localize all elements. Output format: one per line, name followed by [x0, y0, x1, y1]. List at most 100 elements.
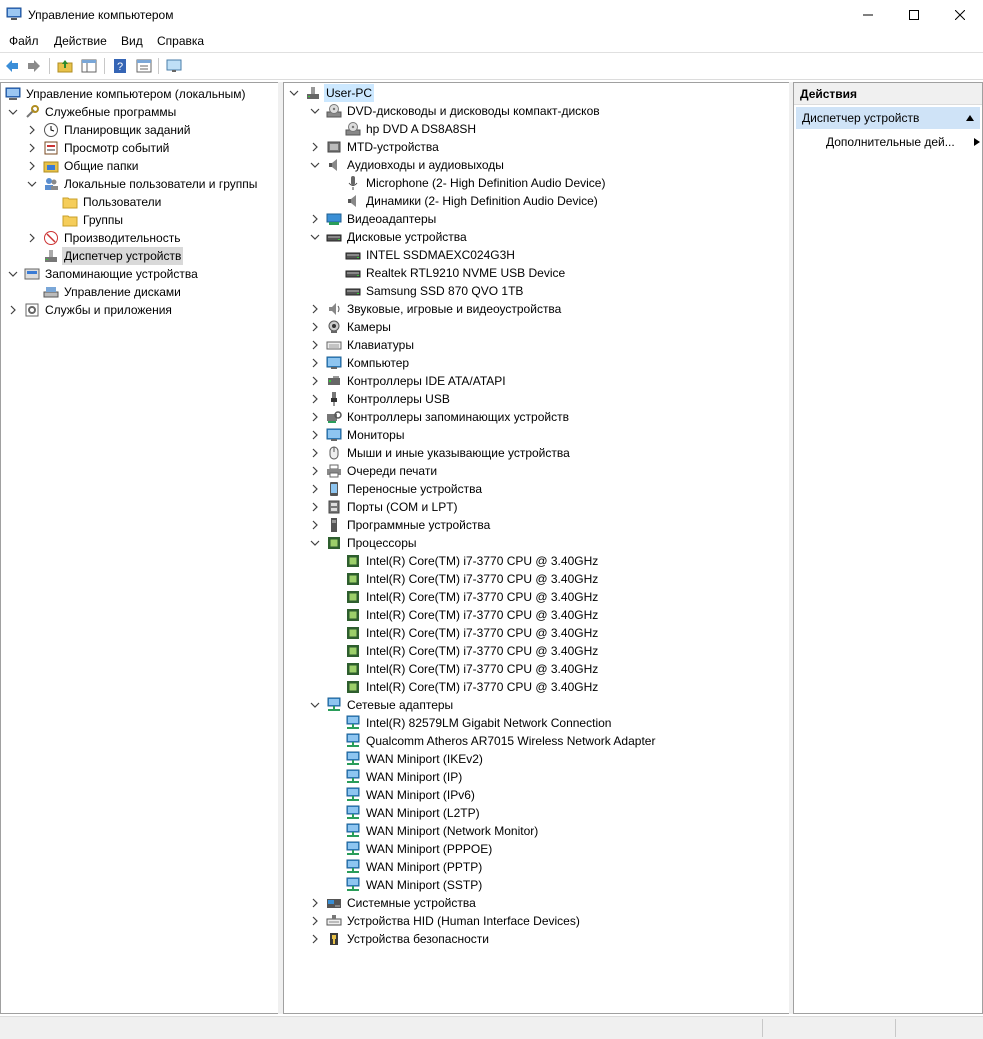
- console-tree-item[interactable]: Локальные пользователи и группы: [1, 175, 278, 193]
- tree-expander[interactable]: [8, 301, 18, 319]
- device-tree-item[interactable]: Intel(R) Core(TM) i7-3770 CPU @ 3.40GHz: [284, 570, 789, 588]
- console-tree-item[interactable]: Группы: [1, 211, 278, 229]
- tree-expander[interactable]: [310, 534, 320, 552]
- tree-expander[interactable]: [310, 300, 320, 318]
- device-tree-item[interactable]: Intel(R) Core(TM) i7-3770 CPU @ 3.40GHz: [284, 552, 789, 570]
- device-tree-item[interactable]: Системные устройства: [284, 894, 789, 912]
- device-tree-item[interactable]: Устройства HID (Human Interface Devices): [284, 912, 789, 930]
- maximize-button[interactable]: [891, 0, 937, 30]
- tree-expander[interactable]: [310, 426, 320, 444]
- tree-expander[interactable]: [27, 121, 37, 139]
- console-tree-item[interactable]: Диспетчер устройств: [1, 247, 278, 265]
- console-tree-item[interactable]: Служебные программы: [1, 103, 278, 121]
- device-tree-item[interactable]: Контроллеры запоминающих устройств: [284, 408, 789, 426]
- tree-expander[interactable]: [310, 156, 320, 174]
- tree-expander[interactable]: [310, 894, 320, 912]
- device-tree-item[interactable]: Samsung SSD 870 QVO 1TB: [284, 282, 789, 300]
- device-tree-item[interactable]: Мыши и иные указывающие устройства: [284, 444, 789, 462]
- menu-file[interactable]: Файл: [9, 34, 39, 48]
- tree-expander[interactable]: [27, 175, 37, 193]
- device-tree-item[interactable]: WAN Miniport (IPv6): [284, 786, 789, 804]
- properties-button[interactable]: [134, 56, 154, 76]
- device-tree-item[interactable]: Intel(R) Core(TM) i7-3770 CPU @ 3.40GHz: [284, 624, 789, 642]
- tree-expander[interactable]: [310, 696, 320, 714]
- console-tree-item[interactable]: Запоминающие устройства: [1, 265, 278, 283]
- device-tree-item[interactable]: Сетевые адаптеры: [284, 696, 789, 714]
- console-tree-item[interactable]: Пользователи: [1, 193, 278, 211]
- forward-button[interactable]: [24, 56, 44, 76]
- device-tree-item[interactable]: Intel(R) Core(TM) i7-3770 CPU @ 3.40GHz: [284, 606, 789, 624]
- device-tree-item[interactable]: MTD-устройства: [284, 138, 789, 156]
- device-tree-item[interactable]: Intel(R) Core(TM) i7-3770 CPU @ 3.40GHz: [284, 642, 789, 660]
- tree-expander[interactable]: [310, 390, 320, 408]
- device-tree-item[interactable]: Очереди печати: [284, 462, 789, 480]
- device-tree-item[interactable]: Realtek RTL9210 NVME USB Device: [284, 264, 789, 282]
- tree-expander[interactable]: [310, 336, 320, 354]
- menu-view[interactable]: Вид: [121, 34, 143, 48]
- device-tree-item[interactable]: Звуковые, игровые и видеоустройства: [284, 300, 789, 318]
- device-tree-item[interactable]: Камеры: [284, 318, 789, 336]
- device-tree-item[interactable]: DVD-дисководы и дисководы компакт-дисков: [284, 102, 789, 120]
- tree-expander[interactable]: [310, 210, 320, 228]
- up-button[interactable]: [55, 56, 75, 76]
- tree-expander[interactable]: [310, 102, 320, 120]
- device-tree-item[interactable]: Контроллеры USB: [284, 390, 789, 408]
- tree-expander[interactable]: [310, 318, 320, 336]
- show-hide-tree-button[interactable]: [79, 56, 99, 76]
- tree-expander[interactable]: [310, 408, 320, 426]
- device-tree-item[interactable]: Процессоры: [284, 534, 789, 552]
- device-tree-item[interactable]: WAN Miniport (IKEv2): [284, 750, 789, 768]
- device-tree-item[interactable]: Компьютер: [284, 354, 789, 372]
- device-tree-item[interactable]: Аудиовходы и аудиовыходы: [284, 156, 789, 174]
- device-tree-item[interactable]: Intel(R) Core(TM) i7-3770 CPU @ 3.40GHz: [284, 588, 789, 606]
- menu-action[interactable]: Действие: [54, 34, 107, 48]
- device-tree-item[interactable]: WAN Miniport (PPPOE): [284, 840, 789, 858]
- device-tree-item[interactable]: Программные устройства: [284, 516, 789, 534]
- console-tree-item[interactable]: Производительность: [1, 229, 278, 247]
- device-tree-item[interactable]: Динамики (2- High Definition Audio Devic…: [284, 192, 789, 210]
- help-button[interactable]: ?: [110, 56, 130, 76]
- tree-expander[interactable]: [8, 103, 18, 121]
- console-tree-item[interactable]: Службы и приложения: [1, 301, 278, 319]
- device-tree-item[interactable]: Microphone (2- High Definition Audio Dev…: [284, 174, 789, 192]
- tree-expander[interactable]: [310, 498, 320, 516]
- device-tree-item[interactable]: Порты (COM и LPT): [284, 498, 789, 516]
- minimize-button[interactable]: [845, 0, 891, 30]
- device-tree-item[interactable]: Видеоадаптеры: [284, 210, 789, 228]
- tree-expander[interactable]: [310, 480, 320, 498]
- device-tree-item[interactable]: Устройства безопасности: [284, 930, 789, 948]
- scan-hardware-button[interactable]: [164, 56, 184, 76]
- device-tree-item[interactable]: Переносные устройства: [284, 480, 789, 498]
- console-tree-item[interactable]: Управление компьютером (локальным): [1, 85, 278, 103]
- actions-section-device-manager[interactable]: Диспетчер устройств: [796, 107, 980, 129]
- device-tree-item[interactable]: WAN Miniport (Network Monitor): [284, 822, 789, 840]
- device-tree-item[interactable]: INTEL SSDMAEXC024G3H: [284, 246, 789, 264]
- tree-expander[interactable]: [27, 229, 37, 247]
- console-tree-item[interactable]: Планировщик заданий: [1, 121, 278, 139]
- tree-expander[interactable]: [310, 930, 320, 948]
- device-tree-item[interactable]: WAN Miniport (L2TP): [284, 804, 789, 822]
- device-tree-item[interactable]: Intel(R) Core(TM) i7-3770 CPU @ 3.40GHz: [284, 660, 789, 678]
- tree-expander[interactable]: [289, 84, 299, 102]
- device-tree-item[interactable]: hp DVD A DS8A8SH: [284, 120, 789, 138]
- tree-expander[interactable]: [310, 462, 320, 480]
- tree-expander[interactable]: [310, 912, 320, 930]
- close-button[interactable]: [937, 0, 983, 30]
- device-tree-item[interactable]: User-PC: [284, 84, 789, 102]
- device-tree-item[interactable]: Контроллеры IDE ATA/ATAPI: [284, 372, 789, 390]
- console-tree-item[interactable]: Общие папки: [1, 157, 278, 175]
- tree-expander[interactable]: [8, 265, 18, 283]
- device-tree-item[interactable]: WAN Miniport (IP): [284, 768, 789, 786]
- tree-expander[interactable]: [310, 354, 320, 372]
- tree-expander[interactable]: [310, 444, 320, 462]
- more-actions-item[interactable]: Дополнительные дей...: [826, 133, 980, 151]
- tree-expander[interactable]: [310, 228, 320, 246]
- tree-expander[interactable]: [310, 138, 320, 156]
- device-tree-item[interactable]: WAN Miniport (SSTP): [284, 876, 789, 894]
- menu-help[interactable]: Справка: [157, 34, 204, 48]
- tree-expander[interactable]: [27, 157, 37, 175]
- console-tree-item[interactable]: Управление дисками: [1, 283, 278, 301]
- device-tree-item[interactable]: Мониторы: [284, 426, 789, 444]
- tree-expander[interactable]: [310, 372, 320, 390]
- back-button[interactable]: [2, 56, 22, 76]
